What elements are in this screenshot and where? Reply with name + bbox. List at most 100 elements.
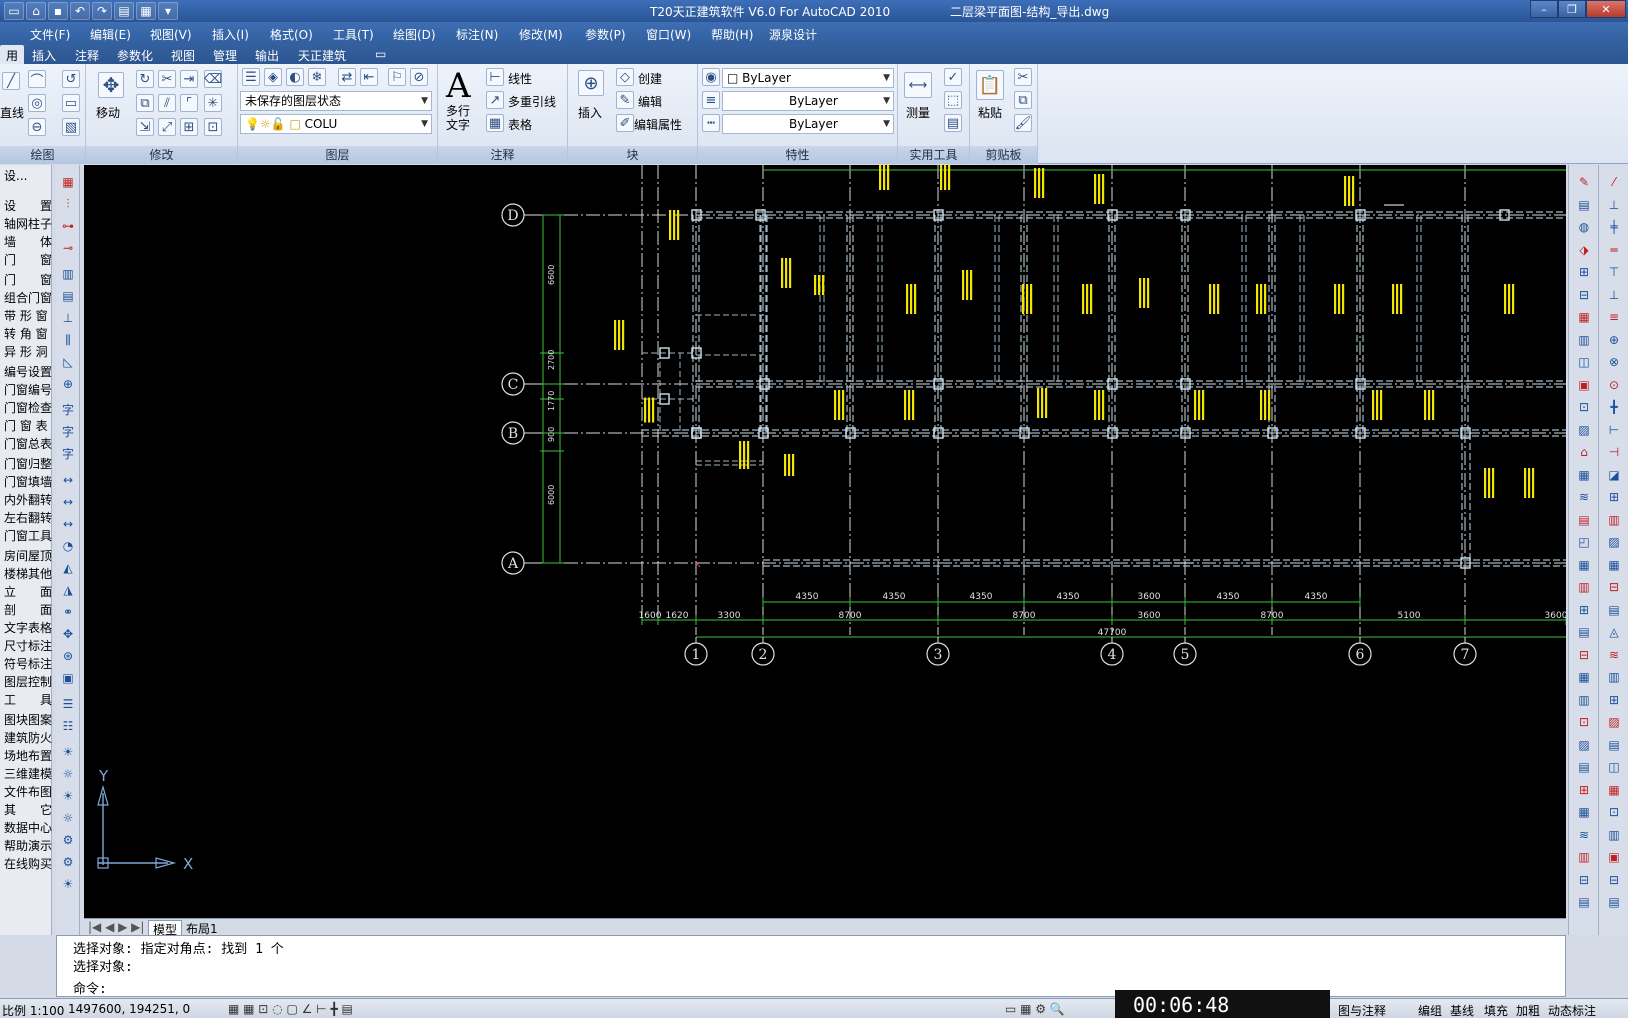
table-label[interactable]: 表格 <box>508 116 532 133</box>
right-tool-icon[interactable]: ▤ <box>1575 623 1593 641</box>
edit-block-icon[interactable]: ✎ <box>616 91 634 109</box>
create-block-icon[interactable]: ◇ <box>616 68 634 86</box>
edit-label[interactable]: 编辑 <box>638 93 662 110</box>
paste-label[interactable]: 粘贴 <box>978 104 1002 121</box>
arc-icon[interactable]: ↺ <box>62 70 80 88</box>
multiline-text-label[interactable]: 多行文字 <box>446 104 474 132</box>
axis-label-icon[interactable]: ⊸ <box>59 239 77 257</box>
copy-clip-icon[interactable]: ⧉ <box>1014 91 1032 109</box>
trim-icon[interactable]: ✂ <box>158 70 176 88</box>
palette-item[interactable]: 编号设置 <box>4 363 52 380</box>
move-icon[interactable]: ✥ <box>98 72 124 98</box>
status-baseline[interactable]: 基线 <box>1450 1002 1474 1018</box>
move-tool-icon[interactable]: ✥ <box>59 625 77 643</box>
palette-item[interactable]: 轴网柱子 <box>4 215 52 232</box>
clipboard-panel-title[interactable]: 剪贴板 <box>970 146 1037 164</box>
tab-annotate[interactable]: 注释 <box>75 47 99 64</box>
right-tool-icon[interactable]: ✎ <box>1575 173 1593 191</box>
node-icon[interactable]: ⊛ <box>59 647 77 665</box>
right-tool-icon[interactable]: ◫ <box>1575 353 1593 371</box>
dim-icon[interactable]: ↔ <box>59 471 77 489</box>
right-tool-icon[interactable]: ▤ <box>1575 196 1593 214</box>
palette-item[interactable]: 门 窗 <box>4 271 52 288</box>
redo-icon[interactable]: ↷ <box>92 2 112 20</box>
right-tool-icon[interactable]: ▦ <box>1575 466 1593 484</box>
multileader-icon[interactable]: ↗ <box>486 91 504 109</box>
insert-block-icon[interactable]: ⊕ <box>578 70 604 96</box>
right-tool-icon[interactable]: ▦ <box>1575 668 1593 686</box>
current-layer-dropdown[interactable]: 💡☼🔓 □ COLU ▼ <box>240 114 432 134</box>
menu-view[interactable]: 视图(V) <box>150 26 192 43</box>
layer-match-icon[interactable]: ⇄ <box>338 68 356 86</box>
right-tool-icon[interactable]: ◰ <box>1575 533 1593 551</box>
right-tool-icon[interactable]: ⌂ <box>1575 443 1593 461</box>
array-icon[interactable]: ⊞ <box>180 118 198 136</box>
palette-item[interactable]: 符号标注 <box>4 655 52 672</box>
multileader-label[interactable]: 多重引线 <box>508 93 556 110</box>
palette-item[interactable]: 建筑防火 <box>4 729 52 746</box>
light2-icon[interactable]: ☼ <box>59 765 77 783</box>
status-fill[interactable]: 填充 <box>1484 1002 1508 1018</box>
right-tool-icon[interactable]: ▥ <box>1575 848 1593 866</box>
opening-icon[interactable]: ⊕ <box>59 375 77 393</box>
right-tool-icon[interactable]: ╋ <box>1605 398 1623 416</box>
window-icon[interactable]: ◺ <box>59 353 77 371</box>
clipboard-tool-icon[interactable]: ▣ <box>59 669 77 687</box>
layer-state-dropdown[interactable]: 未保存的图层状态 ▼ <box>240 91 432 111</box>
right-tool-icon[interactable]: ≡ <box>1605 308 1623 326</box>
menu-draw[interactable]: 绘图(D) <box>393 26 436 43</box>
layer-off-icon[interactable]: ◐ <box>286 68 304 86</box>
polyline-icon[interactable]: ⌒ <box>28 70 46 89</box>
right-tool-icon[interactable]: ⁄ <box>1605 173 1623 191</box>
palette-header[interactable]: 设... <box>4 167 52 184</box>
palette-item[interactable]: 门窗编号 <box>4 381 52 398</box>
axis-icon[interactable]: ⫶ <box>59 195 77 213</box>
palette-item[interactable]: 门窗检查 <box>4 399 52 416</box>
table-icon[interactable]: ▦ <box>486 114 504 132</box>
layer-lock-icon[interactable]: ⊘ <box>410 68 428 86</box>
drawing-canvas[interactable]: 6600 2700 1770 900 6000 4350 4350 4350 4350 3600 4… <box>84 165 1566 918</box>
edit-attr-icon[interactable]: ✐ <box>616 114 634 132</box>
wall-icon[interactable]: ▥ <box>59 265 77 283</box>
menu-help[interactable]: 帮助(H) <box>711 26 753 43</box>
gear-icon[interactable]: ⚙ <box>59 831 77 849</box>
right-tool-icon[interactable]: ⊟ <box>1605 578 1623 596</box>
modify-panel-title[interactable]: 修改 <box>86 146 237 164</box>
menu-parametric[interactable]: 参数(P) <box>585 26 626 43</box>
palette-item[interactable]: 异 形 洞 <box>4 343 52 360</box>
right-tool-icon[interactable]: ⊗ <box>1605 353 1623 371</box>
rotate-icon[interactable]: ↻ <box>136 70 154 88</box>
sun-icon[interactable]: ☀ <box>59 875 77 893</box>
right-tool-icon[interactable]: ⊙ <box>1605 376 1623 394</box>
palette-item[interactable]: 设 置 <box>4 197 52 214</box>
wall-edit-icon[interactable]: ▤ <box>59 287 77 305</box>
right-tool-icon[interactable]: ▦ <box>1605 781 1623 799</box>
right-tool-icon[interactable]: ◬ <box>1605 623 1623 641</box>
right-tool-icon[interactable]: ▤ <box>1605 736 1623 754</box>
new-icon[interactable]: ▭ <box>4 2 24 20</box>
line-icon[interactable]: ╱ <box>2 72 20 90</box>
close-button[interactable]: ✕ <box>1586 0 1626 18</box>
annotation-panel-title[interactable]: 注释 <box>438 146 567 164</box>
right-tool-icon[interactable]: ▤ <box>1605 601 1623 619</box>
menu-yuanquan[interactable]: 源泉设计 <box>769 26 817 43</box>
palette-item[interactable]: 工 具 <box>4 691 52 708</box>
menu-insert[interactable]: 插入(I) <box>212 26 249 43</box>
right-tool-icon[interactable]: ⊟ <box>1575 871 1593 889</box>
palette-item[interactable]: 其 它 <box>4 801 52 818</box>
menu-edit[interactable]: 编辑(E) <box>90 26 131 43</box>
right-tool-icon[interactable]: ▥ <box>1605 668 1623 686</box>
palette-item[interactable]: 门窗工具 <box>4 527 52 544</box>
right-tool-icon[interactable]: ≋ <box>1605 646 1623 664</box>
palette-item[interactable]: 组合门窗 <box>4 289 52 306</box>
edit-attr-label[interactable]: 编辑属性 <box>634 116 682 133</box>
right-tool-icon[interactable]: ╪ <box>1605 218 1623 236</box>
right-tool-icon[interactable]: ▦ <box>1575 556 1593 574</box>
right-tool-icon[interactable]: ⊣ <box>1605 443 1623 461</box>
block-panel-title[interactable]: 块 <box>568 146 697 164</box>
linear-dim-icon[interactable]: ⊢ <box>486 68 504 86</box>
tab-manage[interactable]: 管理 <box>213 47 237 64</box>
right-tool-icon[interactable]: ▨ <box>1605 713 1623 731</box>
right-tool-icon[interactable]: ⊡ <box>1605 803 1623 821</box>
right-tool-icon[interactable]: ▨ <box>1575 421 1593 439</box>
